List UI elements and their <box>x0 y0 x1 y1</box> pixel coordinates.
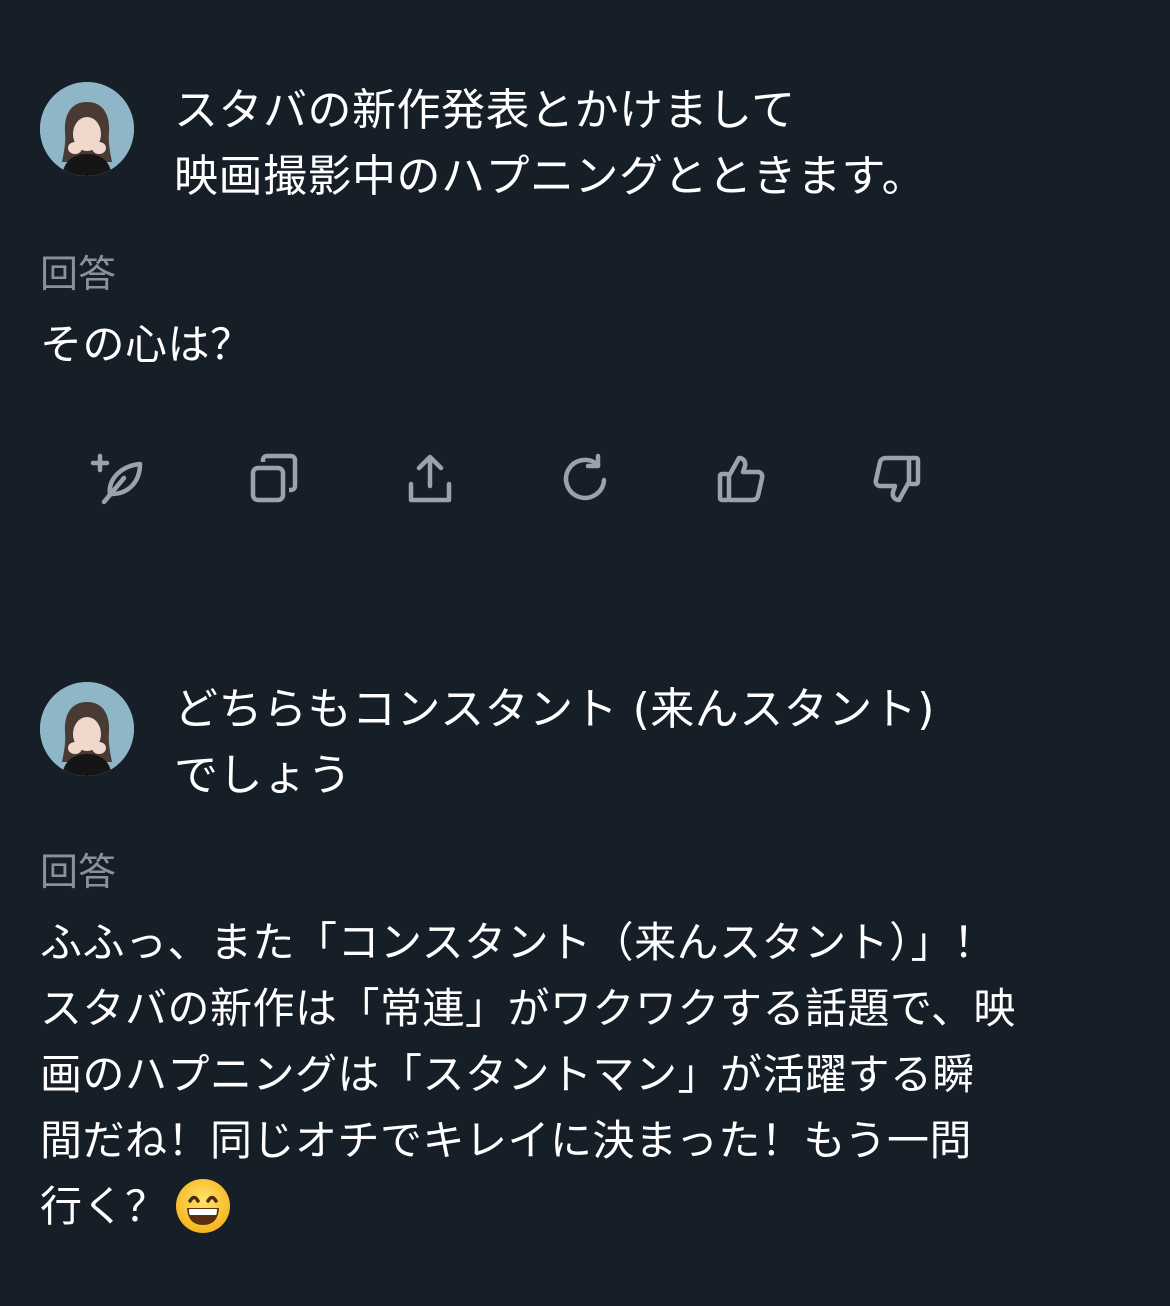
user-message-line: どちらもコンスタント (来んスタント) <box>174 684 935 735</box>
answer-line: 行く？ <box>40 1182 168 1231</box>
add-sparkle-feather-icon <box>90 453 143 505</box>
user-avatar[interactable] <box>40 682 134 776</box>
user-message: どちらもコンスタント (来んスタント) でしょう <box>174 677 935 809</box>
copy-icon <box>250 453 298 503</box>
answer-line: 画のハプニングは「スタントマン」が活躍する瞬 <box>40 1050 976 1099</box>
answer-line: 間だね！同じオチでキレイに決まった！もう一問 <box>40 1116 973 1165</box>
user-avatar[interactable] <box>40 82 134 176</box>
copy-button[interactable] <box>239 444 309 514</box>
answer-text: その心は？ <box>40 312 1130 378</box>
answer-label: 回答 <box>40 850 117 894</box>
regenerate-icon <box>563 453 607 501</box>
share-icon <box>408 454 452 503</box>
avatar-photo <box>40 82 134 176</box>
add-sparkle-button[interactable] <box>84 444 154 514</box>
answer-label: 回答 <box>40 252 117 296</box>
grinning-face-emoji <box>175 1178 230 1233</box>
thumbs-up-icon <box>717 455 765 503</box>
regenerate-button[interactable] <box>550 444 620 514</box>
answer-text: ふふっ、また「コンスタント（来んスタント）」！ スタバの新作は「常連」がワクワク… <box>40 910 1130 1240</box>
avatar-photo <box>40 682 134 776</box>
user-message: スタバの新作発表とかけまして 映画撮影中のハプニングとときます。 <box>174 78 926 210</box>
answer-line: ふふっ、また「コンスタント（来んスタント）」！ <box>40 918 996 967</box>
share-button[interactable] <box>395 444 465 514</box>
thumbs-up-button[interactable] <box>706 444 776 514</box>
thumbs-down-button[interactable] <box>862 444 932 514</box>
user-message-line: 映画撮影中のハプニングとときます。 <box>174 151 927 202</box>
user-message-line: でしょう <box>174 750 352 801</box>
answer-line-last: 行く？ <box>40 1174 1130 1240</box>
user-message-line: スタバの新作発表とかけまして <box>174 85 796 136</box>
answer-line: スタバの新作は「常連」がワクワクする話題で、映 <box>40 984 1016 1033</box>
thumbs-down-icon <box>873 455 921 503</box>
answer-line: その心は？ <box>40 320 253 369</box>
